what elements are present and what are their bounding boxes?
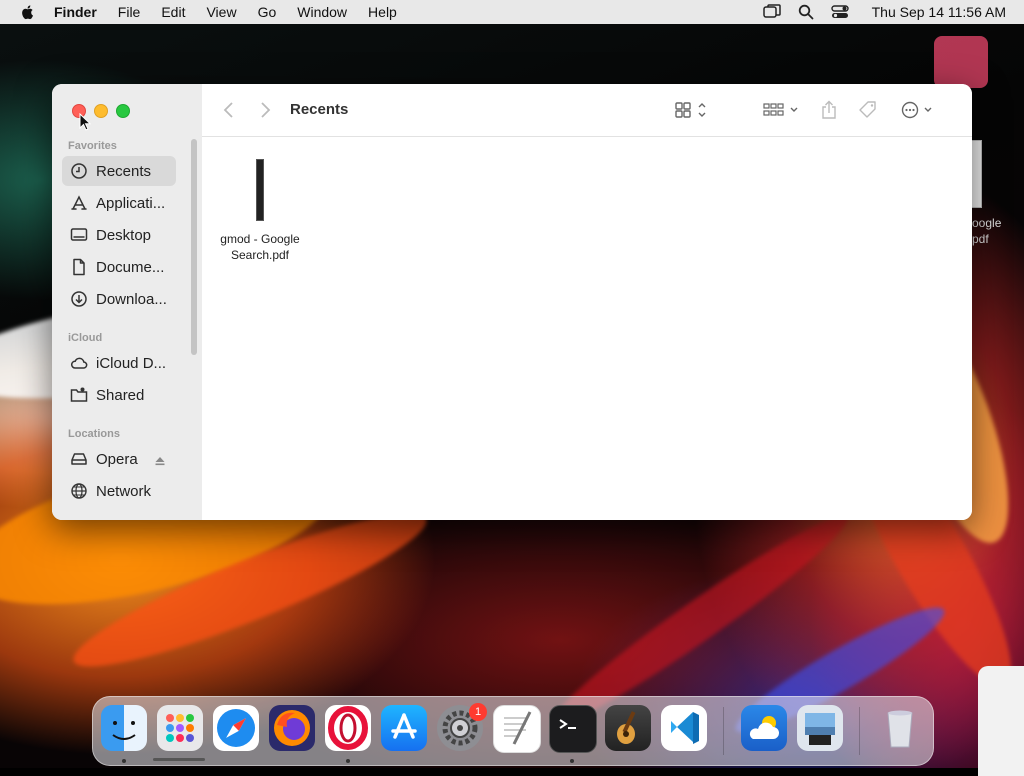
download-icon — [71, 291, 87, 307]
dock-preview-icon[interactable] — [797, 705, 843, 751]
menu-file[interactable]: File — [118, 4, 141, 20]
dock-running-indicator — [122, 759, 126, 763]
sidebar-item-icloud-drive[interactable]: iCloud D... — [62, 348, 176, 378]
dock-weather-icon[interactable] — [741, 705, 787, 751]
dock: 1 — [92, 696, 934, 766]
desktop-file-peek[interactable]: oogle pdf — [968, 140, 1024, 250]
desktop-file-ext: pdf — [972, 232, 989, 246]
menu-clock[interactable]: Thu Sep 14 11:56 AM — [872, 4, 1006, 20]
sidebar-item-label: Recents — [96, 162, 152, 180]
dock-app-store-icon[interactable] — [381, 705, 427, 751]
sidebar-item-applications[interactable]: Applicati... — [62, 188, 176, 218]
dock-separator — [723, 707, 724, 755]
sidebar-item-downloads[interactable]: Downloa... — [62, 284, 176, 314]
sidebar-item-desktop[interactable]: Desktop — [62, 220, 176, 250]
share-icon[interactable] — [820, 100, 838, 120]
sidebar-section-locations: Locations — [68, 428, 120, 440]
dock-running-indicator — [346, 759, 350, 763]
dock-textedit-icon[interactable] — [493, 705, 541, 753]
menu-window[interactable]: Window — [297, 4, 347, 20]
view-grid-icon[interactable] — [674, 100, 710, 120]
sidebar-item-label: Network — [96, 482, 152, 500]
sidebar-item-documents[interactable]: Docume... — [62, 252, 176, 282]
desktop-file-label: oogle — [972, 216, 1002, 230]
desktop-app-icon-peek[interactable] — [934, 36, 988, 88]
forward-chevron-icon[interactable] — [258, 100, 272, 120]
dock-terminal-icon[interactable] — [549, 705, 597, 753]
dock-vscode-icon[interactable] — [661, 705, 707, 751]
dock-opera-icon[interactable] — [325, 705, 371, 751]
file-item[interactable]: gmod - Google Search.pdf — [216, 159, 304, 263]
sidebar-item-label: Downloa... — [96, 290, 167, 308]
globe-icon — [71, 483, 87, 499]
dock-settings-badge: 1 — [469, 703, 487, 721]
back-chevron-icon[interactable] — [222, 100, 236, 120]
sidebar-item-label: Desktop — [96, 226, 152, 244]
menu-edit[interactable]: Edit — [161, 4, 185, 20]
file-name: gmod - Google Search.pdf — [220, 232, 300, 262]
menu-bar: Finder File Edit View Go Window Help Thu… — [0, 0, 1024, 24]
apple-icon[interactable] — [20, 4, 36, 20]
sidebar-item-shared[interactable]: Shared — [62, 380, 176, 410]
cloud-icon — [71, 357, 88, 369]
dock-firefox-icon[interactable] — [269, 705, 315, 751]
desktop-widget-peek — [978, 666, 1024, 776]
dock-launchpad-icon[interactable] — [157, 705, 203, 751]
desktop-icon — [70, 228, 88, 241]
group-by-icon[interactable] — [762, 100, 802, 120]
shared-folder-icon — [70, 387, 88, 402]
sidebar-item-label: Opera — [96, 450, 138, 468]
document-icon — [73, 258, 85, 276]
sidebar-item-label: Shared — [96, 386, 145, 404]
toolbar: Recents — [202, 84, 972, 137]
menu-app-name[interactable]: Finder — [54, 4, 97, 20]
screen-mirroring-icon[interactable] — [762, 4, 781, 20]
dock-safari-icon[interactable] — [213, 705, 259, 751]
dock-finder-icon[interactable] — [101, 705, 147, 751]
menu-view[interactable]: View — [206, 4, 236, 20]
dock-trash-icon[interactable] — [877, 705, 923, 751]
maximize-button[interactable] — [116, 104, 130, 118]
dock-running-indicator — [570, 759, 574, 763]
file-browser-content: gmod - Google Search.pdf — [202, 137, 972, 520]
tag-icon[interactable] — [858, 100, 878, 120]
finder-window: Favorites Recents Applicati... Desktop D… — [52, 84, 972, 520]
dock-launchpad-indicator — [153, 758, 205, 761]
clock-icon — [71, 163, 87, 179]
applications-icon — [71, 195, 87, 210]
minimize-button[interactable] — [94, 104, 108, 118]
pdf-thumbnail — [256, 159, 264, 221]
control-center-icon[interactable] — [830, 4, 849, 20]
mouse-cursor-icon — [79, 113, 91, 131]
sidebar-section-icloud: iCloud — [68, 332, 103, 344]
more-actions-icon[interactable] — [900, 100, 936, 120]
sidebar-item-label: Docume... — [96, 258, 165, 276]
drive-icon — [71, 453, 87, 465]
eject-icon[interactable] — [154, 455, 166, 467]
sidebar-item-label: Applicati... — [96, 194, 166, 212]
menu-go[interactable]: Go — [258, 4, 277, 20]
dock-garageband-icon[interactable] — [605, 705, 651, 751]
menu-help[interactable]: Help — [368, 4, 397, 20]
sidebar-section-favorites: Favorites — [68, 140, 117, 152]
sidebar-scrollbar[interactable] — [191, 139, 197, 355]
spotlight-search-icon[interactable] — [798, 4, 814, 20]
sidebar-item-network[interactable]: Network — [62, 476, 176, 506]
sidebar: Favorites Recents Applicati... Desktop D… — [52, 84, 203, 520]
dock-separator — [859, 707, 860, 755]
sidebar-item-recents[interactable]: Recents — [62, 156, 176, 186]
sidebar-item-label: iCloud D... — [96, 354, 167, 372]
window-title: Recents — [290, 101, 349, 118]
